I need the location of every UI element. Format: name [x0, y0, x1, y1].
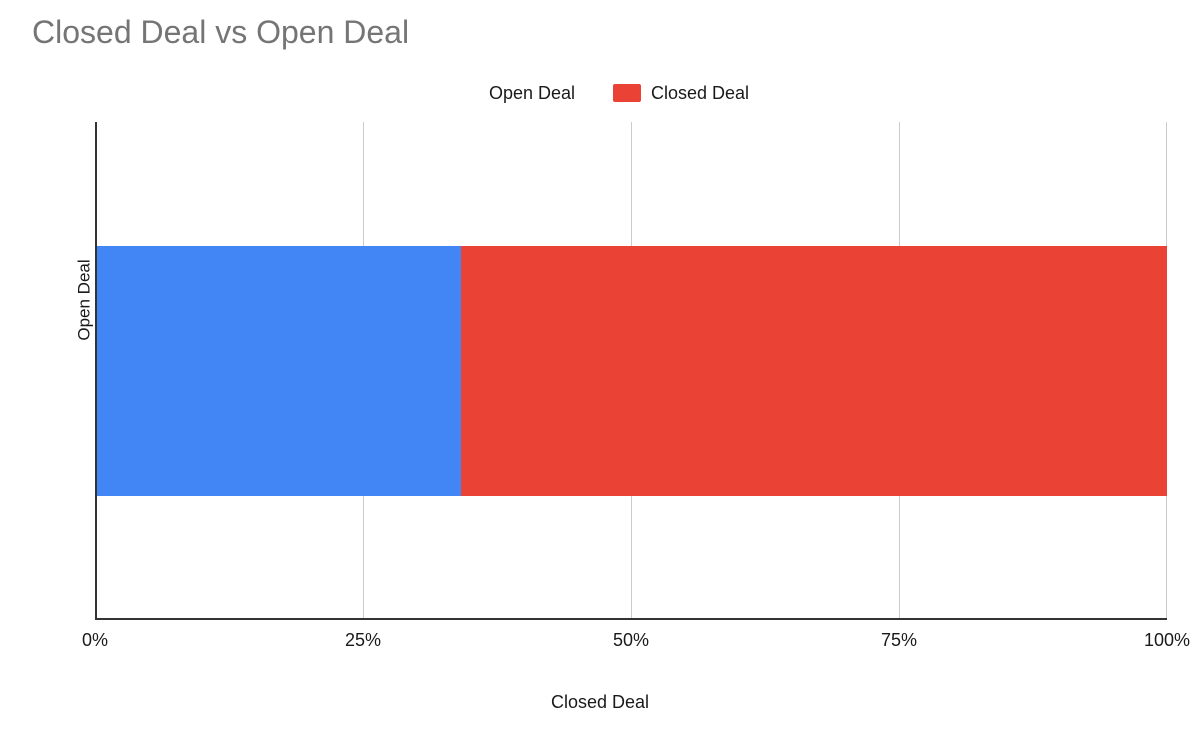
legend: Open Deal Closed Deal: [0, 78, 1200, 108]
legend-swatch-open-deal: [451, 84, 479, 102]
stacked-bar: [97, 246, 1167, 496]
y-axis-category-label: Open Deal: [75, 259, 95, 340]
x-axis-ticks: 0% 25% 50% 75% 100%: [95, 630, 1167, 654]
x-axis-label: Closed Deal: [0, 692, 1200, 713]
x-tick-100: 100%: [1144, 630, 1190, 651]
legend-item-closed-deal[interactable]: Closed Deal: [613, 83, 749, 104]
legend-item-open-deal[interactable]: Open Deal: [451, 83, 575, 104]
chart-title: Closed Deal vs Open Deal: [32, 14, 409, 51]
legend-label-closed-deal: Closed Deal: [651, 83, 749, 104]
chart-container: Closed Deal vs Open Deal Open Deal Close…: [0, 0, 1200, 741]
y-axis-line: [95, 122, 97, 620]
bar-segment-open-deal[interactable]: [97, 246, 461, 496]
plot-area: [95, 122, 1167, 620]
x-axis-line: [95, 618, 1167, 620]
x-tick-0: 0%: [82, 630, 108, 651]
bar-segment-closed-deal[interactable]: [461, 246, 1167, 496]
x-tick-75: 75%: [881, 630, 917, 651]
x-tick-25: 25%: [345, 630, 381, 651]
x-tick-50: 50%: [613, 630, 649, 651]
legend-swatch-closed-deal: [613, 84, 641, 102]
legend-label-open-deal: Open Deal: [489, 83, 575, 104]
